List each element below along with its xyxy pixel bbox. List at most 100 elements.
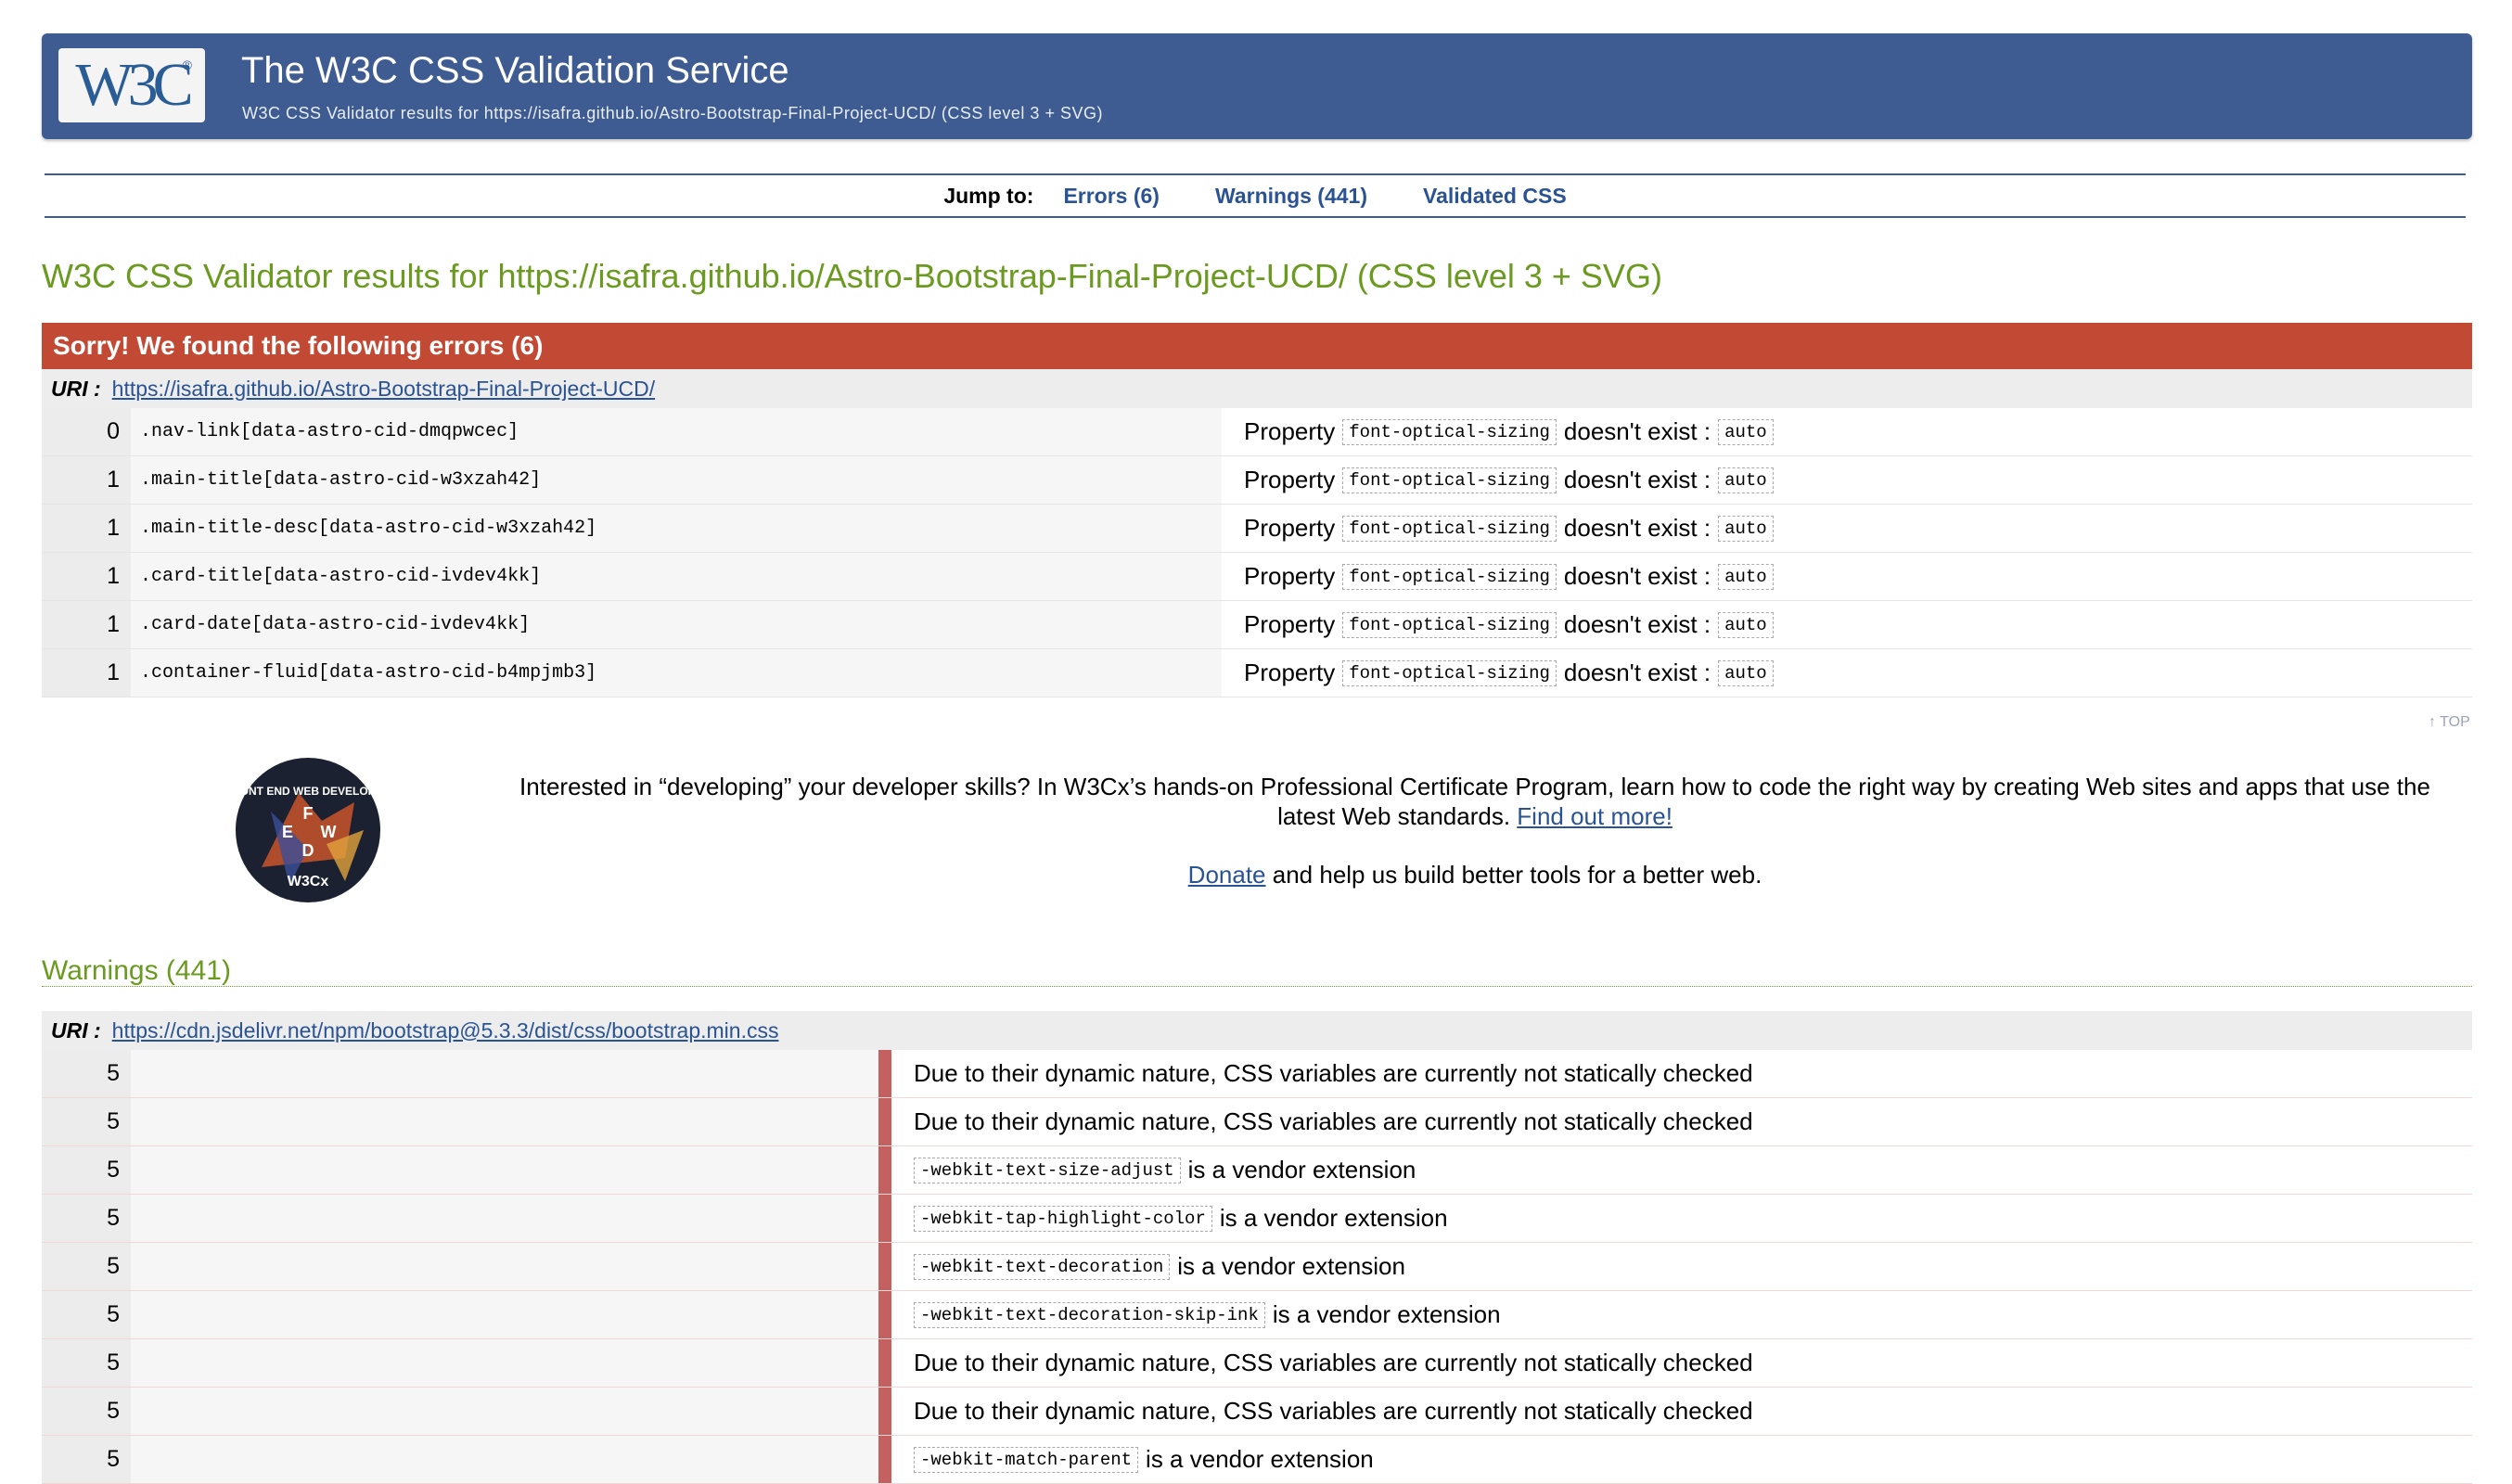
- warning-code: -webkit-text-size-adjust: [914, 1157, 1181, 1183]
- jump-to-nav: Jump to: Errors (6) Warnings (441) Valid…: [45, 173, 2466, 218]
- warnings-divider: [42, 986, 2472, 987]
- error-context: .container-fluid[data-astro-cid-b4mpjmb3…: [131, 649, 1222, 697]
- warning-row: 5 -webkit-tap-highlight-color is a vendor …: [42, 1195, 2472, 1243]
- error-context: .card-date[data-astro-cid-ivdev4kk]: [131, 601, 1222, 648]
- warning-line-number: 5: [42, 1291, 131, 1338]
- warning-row: 5 -webkit-match-parent is a vendor extensi…: [42, 1436, 2472, 1484]
- error-message-prefix: Property: [1244, 610, 1336, 638]
- warning-severity-bar: [878, 1291, 891, 1338]
- service-title: The W3C CSS Validation Service: [241, 50, 789, 91]
- warning-severity-bar: [878, 1146, 891, 1194]
- warning-row: 5 Due to their dynamic nature, CSS variab…: [42, 1050, 2472, 1098]
- promo-body: Interested in “developing” your develope…: [519, 773, 2430, 830]
- fewd-badge[interactable]: FRONT END WEB DEVELOPER F E W D W3Cx: [225, 756, 391, 904]
- warnings-table: 5 Due to their dynamic nature, CSS variab…: [42, 1050, 2472, 1484]
- error-message-prefix: Property: [1244, 417, 1336, 445]
- jump-errors-link[interactable]: Errors (6): [1063, 184, 1160, 209]
- errors-uri-link[interactable]: https://isafra.github.io/Astro-Bootstrap…: [112, 377, 655, 402]
- error-value-code: auto: [1718, 611, 1774, 638]
- warning-line-number: 5: [42, 1050, 131, 1097]
- badge-text: W3Cx: [288, 874, 329, 889]
- warning-row: 5 Due to their dynamic nature, CSS variab…: [42, 1339, 2472, 1388]
- warning-row: 5 -webkit-text-decoration-skip-ink is a ve…: [42, 1291, 2472, 1339]
- error-message: Property font-optical-sizing doesn't exist…: [1222, 408, 2472, 455]
- error-message: Property font-optical-sizing doesn't exist…: [1222, 601, 2472, 648]
- error-message-prefix: Property: [1244, 466, 1336, 493]
- w3c-logo-text: W3C: [75, 51, 193, 119]
- badge-letter: F: [303, 804, 314, 823]
- uri-label: URI :: [51, 1017, 101, 1043]
- error-message: Property font-optical-sizing doesn't exist…: [1222, 456, 2472, 504]
- error-context: .nav-link[data-astro-cid-dmqpwcec]: [131, 408, 1222, 455]
- error-row: 1 .main-title[data-astro-cid-w3xzah42] Pro…: [42, 456, 2472, 505]
- badge-letter: W: [321, 823, 337, 841]
- warning-severity-bar: [878, 1195, 891, 1242]
- error-message-middle: doesn't exist :: [1563, 417, 1711, 445]
- find-out-more-link[interactable]: Find out more!: [1517, 802, 1673, 830]
- error-value-code: auto: [1718, 563, 1774, 590]
- warning-row: 5 Due to their dynamic nature, CSS variab…: [42, 1098, 2472, 1146]
- donate-line: Donate and help us build better tools fo…: [519, 861, 2430, 889]
- error-line-number: 1: [42, 456, 131, 504]
- warnings-uri-link[interactable]: https://cdn.jsdelivr.net/npm/bootstrap@5…: [112, 1018, 779, 1043]
- warning-message: Due to their dynamic nature, CSS variabl…: [891, 1388, 2472, 1435]
- warning-line-number: 5: [42, 1098, 131, 1145]
- warning-severity-bar: [878, 1388, 891, 1435]
- error-row: 1 .card-title[data-astro-cid-ivdev4kk] Pro…: [42, 553, 2472, 601]
- error-message-prefix: Property: [1244, 562, 1336, 590]
- badge-ring-text: FRONT END WEB DEVELOPER: [234, 785, 382, 798]
- warning-message: Due to their dynamic nature, CSS variabl…: [891, 1339, 2472, 1387]
- badge-letter: D: [302, 841, 314, 860]
- warning-code: -webkit-text-decoration: [914, 1253, 1171, 1280]
- promo-text: Interested in “developing” your develope…: [519, 772, 2430, 831]
- error-message: Property font-optical-sizing doesn't exist…: [1222, 553, 2472, 600]
- back-to-top-link[interactable]: ↑ TOP: [2429, 714, 2470, 731]
- error-line-number: 1: [42, 505, 131, 552]
- error-message-prefix: Property: [1244, 659, 1336, 686]
- warning-context: [131, 1050, 878, 1097]
- error-row: 1 .card-date[data-astro-cid-ivdev4kk] Prop…: [42, 601, 2472, 649]
- warning-severity-bar: [878, 1050, 891, 1097]
- donate-link[interactable]: Donate: [1188, 861, 1266, 889]
- warning-row: 5 -webkit-text-size-adjust is a vendor ext…: [42, 1146, 2472, 1195]
- errors-heading: Sorry! We found the following errors (6): [42, 323, 2472, 369]
- error-value-code: auto: [1718, 515, 1774, 542]
- error-line-number: 1: [42, 601, 131, 648]
- error-property-code: font-optical-sizing: [1342, 659, 1557, 686]
- warning-code: -webkit-text-decoration-skip-ink: [914, 1301, 1265, 1328]
- warning-text: is a vendor extension: [1272, 1300, 1501, 1328]
- warning-line-number: 5: [42, 1339, 131, 1387]
- w3c-logo[interactable]: W3C ®: [58, 48, 205, 122]
- error-message-middle: doesn't exist :: [1563, 514, 1711, 542]
- error-message-middle: doesn't exist :: [1563, 659, 1711, 686]
- warning-context: [131, 1243, 878, 1290]
- error-property-code: font-optical-sizing: [1342, 467, 1557, 493]
- error-property-code: font-optical-sizing: [1342, 611, 1557, 638]
- jump-validated-css-link[interactable]: Validated CSS: [1423, 184, 1567, 209]
- warning-context: [131, 1098, 878, 1145]
- uri-label: URI :: [51, 376, 101, 401]
- badge-letter: E: [282, 823, 293, 841]
- jump-warnings-link[interactable]: Warnings (441): [1215, 184, 1367, 209]
- errors-uri-row: URI : https://isafra.github.io/Astro-Boo…: [42, 369, 2472, 408]
- warning-context: [131, 1339, 878, 1387]
- error-row: 1 .main-title-desc[data-astro-cid-w3xzah4…: [42, 505, 2472, 553]
- error-context: .card-title[data-astro-cid-ivdev4kk]: [131, 553, 1222, 600]
- error-message-middle: doesn't exist :: [1563, 562, 1711, 590]
- warning-message: Due to their dynamic nature, CSS variabl…: [891, 1098, 2472, 1145]
- warning-message: -webkit-text-decoration-skip-ink is a ven…: [891, 1291, 2472, 1338]
- warning-text: is a vendor extension: [1177, 1252, 1405, 1280]
- error-context: .main-title[data-astro-cid-w3xzah42]: [131, 456, 1222, 504]
- jump-to-label: Jump to:: [943, 183, 1034, 208]
- warning-severity-bar: [878, 1339, 891, 1387]
- warning-line-number: 5: [42, 1146, 131, 1194]
- error-message: Property font-optical-sizing doesn't exist…: [1222, 505, 2472, 552]
- error-row: 1 .container-fluid[data-astro-cid-b4mpjmb…: [42, 649, 2472, 697]
- warning-message: -webkit-tap-highlight-color is a vendor e…: [891, 1195, 2472, 1242]
- error-property-code: font-optical-sizing: [1342, 418, 1557, 445]
- warning-text: Due to their dynamic nature, CSS variabl…: [914, 1107, 1753, 1135]
- error-context: .main-title-desc[data-astro-cid-w3xzah42…: [131, 505, 1222, 552]
- warning-line-number: 5: [42, 1195, 131, 1242]
- error-property-code: font-optical-sizing: [1342, 515, 1557, 542]
- warning-text: is a vendor extension: [1187, 1156, 1416, 1183]
